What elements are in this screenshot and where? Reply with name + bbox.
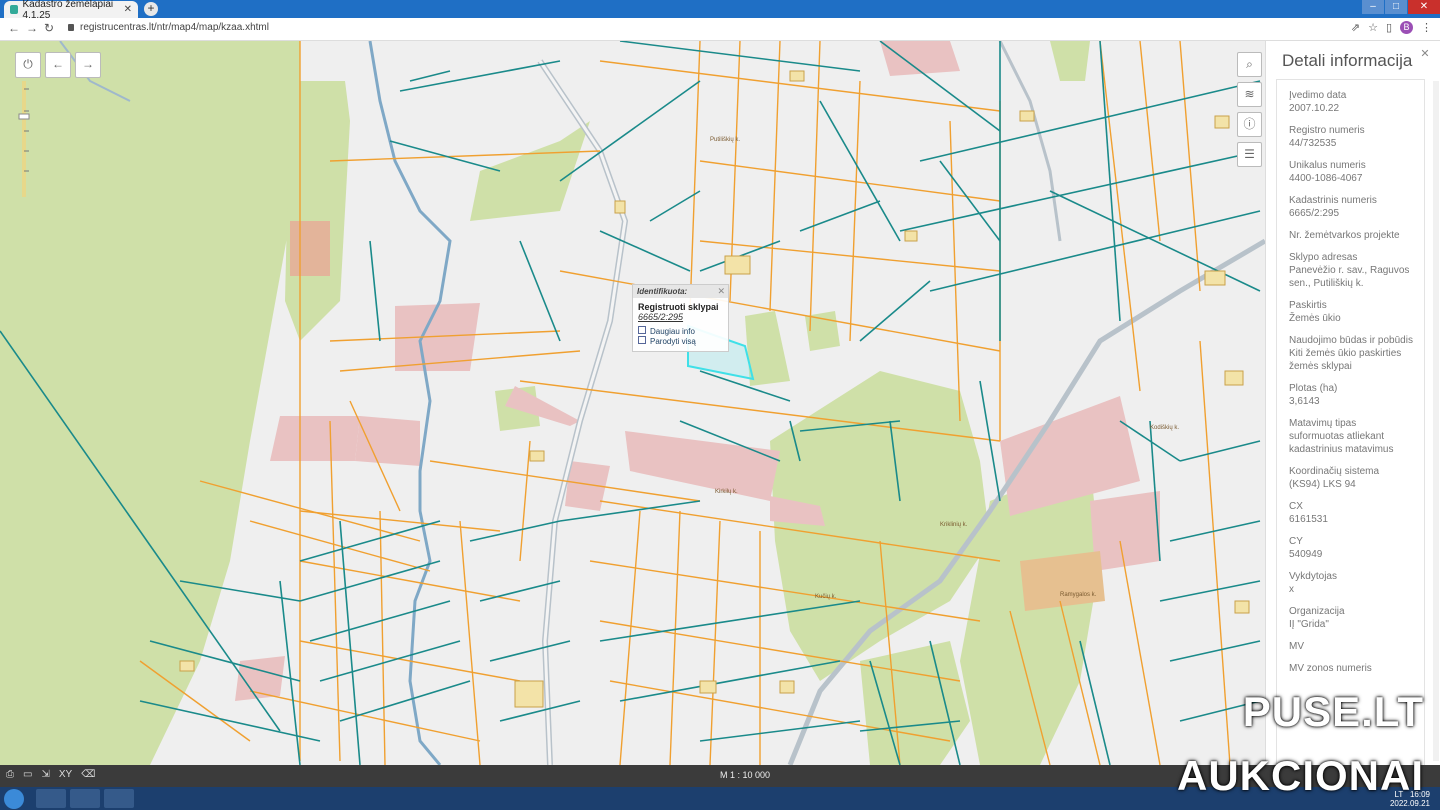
cadastral-map[interactable]: Putiliškių k. Kodiškių k. Kirkilų k. Kri… <box>0 41 1265 765</box>
field-cy: CY 540949 <box>1289 536 1323 560</box>
field-paskirtis: Paskirtis Žemės ūkio <box>1289 300 1341 324</box>
explorer-taskbar-button[interactable] <box>70 789 100 808</box>
forest-area-north <box>470 121 590 221</box>
address-bar: ← → ↻ registrucentras.lt/ntr/map4/map/kz… <box>0 18 1440 41</box>
reload-icon[interactable]: ↻ <box>44 21 54 35</box>
pdf-taskbar-button[interactable] <box>104 789 134 808</box>
watermark-line-2: AUKCIONAI <box>1177 752 1424 799</box>
parcel-number-link[interactable]: 6665/2:295 <box>633 312 728 322</box>
minimize-button[interactable]: – <box>1362 0 1384 14</box>
field-mv: MV <box>1289 641 1304 652</box>
panel-close-icon[interactable]: ✕ <box>1417 46 1433 62</box>
field-organizacija: Organizacija IĮ "Grida" <box>1289 606 1345 630</box>
browser-tools: ⇗ ☆ ▯ B ⋮ <box>1351 21 1432 34</box>
place-label: Kirkilų k. <box>715 489 738 495</box>
back-icon[interactable]: ← <box>8 21 20 35</box>
start-button[interactable] <box>4 789 24 809</box>
map-canvas[interactable]: Putiliškių k. Kodiškių k. Kirkilų k. Kri… <box>0 41 1265 765</box>
popup-close-icon[interactable]: ✕ <box>717 286 725 297</box>
back-extent-button[interactable]: ← <box>45 52 71 78</box>
magnifier-icon <box>638 336 646 344</box>
show-all-link[interactable]: Parodyti visą <box>633 336 728 346</box>
forward-icon[interactable]: → <box>26 21 38 35</box>
identify-popup: Identifikuota: ✕ Registruoti sklypai 666… <box>632 284 729 352</box>
field-cx: CX 6161531 <box>1289 501 1328 525</box>
xy-coordinates-icon[interactable]: XY <box>59 769 72 780</box>
window-controls: – □ ✕ <box>1361 0 1440 14</box>
restricted-zone <box>270 416 360 461</box>
side-panel-icon[interactable]: ▯ <box>1386 21 1392 34</box>
tab-close-icon[interactable]: ✕ <box>124 4 132 15</box>
place-label: Kriklinių k. <box>940 522 968 528</box>
maximize-button[interactable]: □ <box>1385 0 1407 14</box>
power-button[interactable]: ⏻ <box>15 52 41 78</box>
zoom-slider[interactable] <box>17 81 31 197</box>
forest-patch-ne <box>1050 41 1090 81</box>
info-table-icon <box>638 326 646 334</box>
layers-icon[interactable]: ≋ <box>1237 82 1262 107</box>
watermark-line-1: PUSE.LT <box>1242 688 1424 735</box>
place-label: Kodiškių k. <box>1150 425 1179 431</box>
export-icon[interactable]: ⇲ <box>41 769 49 780</box>
place-label: Putiliškių k. <box>710 137 740 143</box>
restricted-zone <box>355 416 420 466</box>
bookmark-star-icon[interactable]: ☆ <box>1368 21 1378 34</box>
lock-icon <box>68 24 74 31</box>
map-scale: M 1 : 10 000 <box>720 770 771 780</box>
field-unikalus-numeris: Unikalus numeris 4400-1086-4067 <box>1289 160 1366 184</box>
chrome-taskbar-button[interactable] <box>36 789 66 808</box>
panel-scrollbar[interactable] <box>1433 81 1439 761</box>
forest-area-northwest <box>285 81 350 341</box>
panel-title: Detali informacija <box>1282 51 1413 70</box>
field-zemetvarkos-projektas: Nr. žemėtvarkos projekte <box>1289 230 1400 241</box>
field-mv-zonos-numeris: MV zonos numeris <box>1289 663 1372 674</box>
forest-area-south <box>860 641 970 765</box>
forward-extent-button[interactable]: → <box>75 52 101 78</box>
search-icon[interactable]: ⌕ <box>1237 52 1262 77</box>
place-label: Ramygalos k. <box>1060 592 1097 598</box>
restricted-zone <box>1020 551 1105 611</box>
profile-avatar[interactable]: B <box>1400 21 1413 34</box>
detail-field-list: Įvedimo data 2007.10.22 Registro numeris 4… <box>1276 79 1425 767</box>
new-tab-button[interactable]: + <box>144 2 158 16</box>
eraser-icon[interactable]: ⌫ <box>81 769 95 780</box>
road <box>998 41 1062 242</box>
popup-title: Registruoti sklypai <box>638 302 719 312</box>
url-text: registrucentras.lt/ntr/map4/map/kzaa.xht… <box>80 22 269 33</box>
field-plotas: Plotas (ha) 3,6143 <box>1289 383 1338 407</box>
detail-panel: Detali informacija ✕ Įvedimo data 2007.10… <box>1265 41 1440 767</box>
close-window-button[interactable]: ✕ <box>1408 0 1440 14</box>
menu-dots-icon[interactable]: ⋮ <box>1421 21 1432 34</box>
site-favicon-icon <box>10 5 18 14</box>
field-ivedimo-data: Įvedimo data 2007.10.22 <box>1289 90 1347 114</box>
document-icon[interactable]: ☰ <box>1237 142 1262 167</box>
restricted-zone <box>290 221 330 276</box>
print-icon[interactable]: ⎙ <box>6 769 14 780</box>
place-label: Kučių k. <box>815 594 837 600</box>
info-icon[interactable]: ⓘ <box>1237 112 1262 137</box>
browser-tab-bar: Kadastro žemėlapiai 4.1.25 ✕ + – □ ✕ <box>0 0 1440 21</box>
restricted-zone <box>625 431 780 501</box>
popup-header: Identifikuota: <box>633 285 728 298</box>
field-koordinaciu-sistema: Koordinačių sistema (KS94) LKS 94 <box>1289 466 1380 490</box>
url-field[interactable]: registrucentras.lt/ntr/map4/map/kzaa.xht… <box>68 22 269 33</box>
share-icon[interactable]: ⇗ <box>1351 21 1360 34</box>
field-vykdytojas: Vykdytojas x <box>1289 571 1337 595</box>
field-naudojimo-budas: Naudojimo būdas ir pobūdis Kiti žemės ūki… <box>1289 335 1413 372</box>
tab-kadastro[interactable]: Kadastro žemėlapiai 4.1.25 ✕ <box>4 0 138 21</box>
field-sklypo-adresas: Sklypo adresas Panevėžio r. sav., Raguvos… <box>1289 252 1410 289</box>
more-info-link[interactable]: Daugiau info <box>633 326 728 336</box>
field-kadastrinis-numeris: Kadastrinis numeris 6665/2:295 <box>1289 195 1377 219</box>
clock-date: 2022.09.21 <box>1389 799 1430 808</box>
field-registro-numeris: Registro numeris 44/732535 <box>1289 125 1365 149</box>
field-matavimu-tipas: Matavimų tipas suformuotas atliekant kada… <box>1289 418 1394 455</box>
forest-area-west <box>0 41 300 765</box>
ruler-icon[interactable]: ▭ <box>23 769 32 780</box>
status-tools: ⎙ ▭ ⇲ XY ⌫ <box>6 769 95 780</box>
